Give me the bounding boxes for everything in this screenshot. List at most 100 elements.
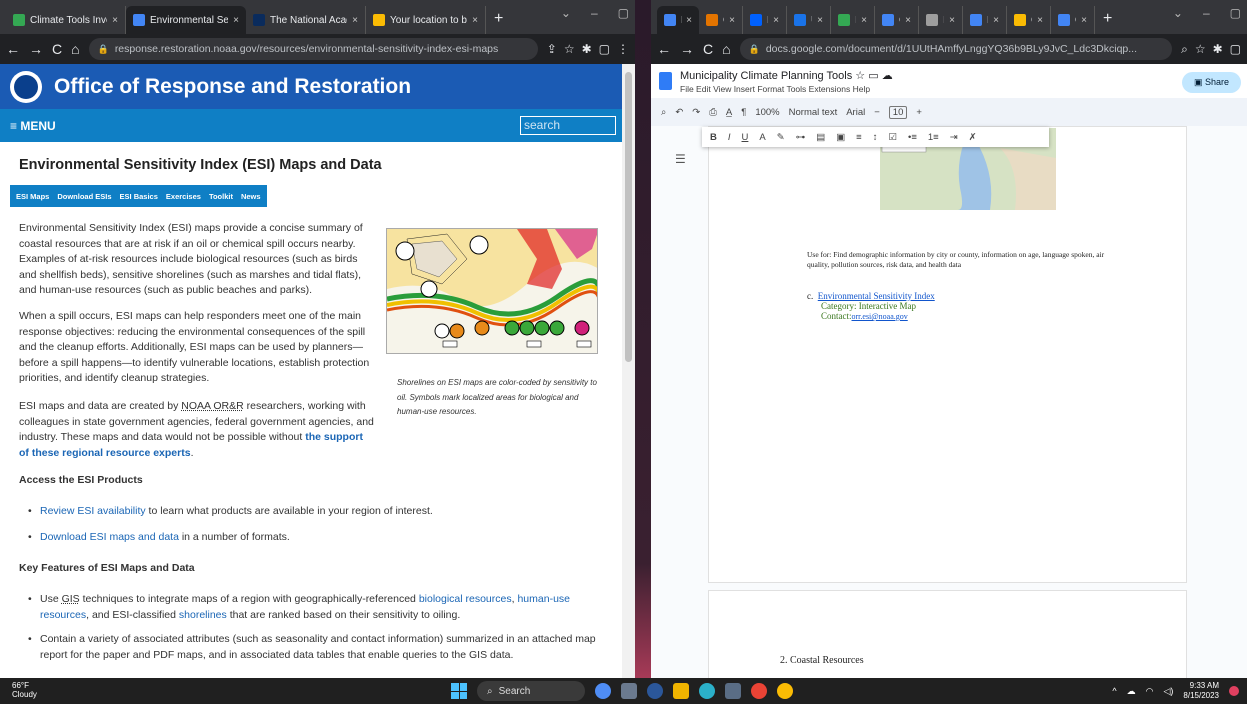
doc-page-2[interactable]: 2. Coastal Resources [708, 590, 1187, 678]
star-icon[interactable]: ☆ [564, 42, 575, 56]
weather-widget[interactable]: 66°F Cloudy [12, 681, 37, 699]
chrome-icon[interactable] [777, 683, 793, 699]
browser-tab[interactable]: Cop × [875, 6, 919, 34]
close-tab-icon[interactable]: × [686, 15, 692, 26]
site-search-input[interactable]: search [520, 116, 616, 135]
more-icon[interactable]: ⋮ [617, 42, 629, 56]
browser-tab[interactable]: Climate Tools Invent × [6, 6, 126, 34]
font-size-input[interactable]: 10 [888, 105, 908, 119]
taskbar-search[interactable]: ⌕ Search [477, 681, 585, 701]
home-icon[interactable]: ⌂ [71, 41, 79, 57]
volume-icon[interactable]: ◁) [1163, 686, 1173, 697]
store-icon[interactable] [725, 683, 741, 699]
close-tab-icon[interactable]: × [905, 15, 911, 26]
share-icon[interactable]: ⇪ [547, 42, 557, 56]
noaa-logo[interactable] [10, 70, 42, 103]
tab-search-icon[interactable]: ⌄ [561, 6, 571, 20]
close-tab-icon[interactable]: × [993, 15, 999, 26]
close-tab-icon[interactable]: × [352, 15, 358, 26]
app-icon[interactable] [595, 683, 611, 699]
subnav-link[interactable]: News [241, 192, 261, 201]
font-size-decrease-icon[interactable]: − [874, 107, 880, 118]
close-tab-icon[interactable]: × [1081, 15, 1087, 26]
share-button[interactable]: ▣ Share [1181, 72, 1241, 93]
line-spacing-icon[interactable]: ↕ [873, 132, 878, 143]
close-tab-icon[interactable]: × [233, 15, 239, 26]
new-tab-icon[interactable]: + [1095, 10, 1120, 34]
home-icon[interactable]: ⌂ [722, 41, 730, 57]
docs-menubar[interactable]: File Edit View Insert Format Tools Exten… [680, 84, 893, 94]
browser-tab[interactable]: N× [657, 6, 699, 34]
outline-icon[interactable]: ☰ [675, 152, 686, 166]
underline-icon[interactable]: U [742, 132, 749, 143]
text-color-icon[interactable]: A [759, 132, 765, 143]
sidepanel-icon[interactable]: ▢ [1230, 42, 1241, 57]
browser-tab[interactable]: OBR × [1051, 6, 1095, 34]
close-tab-icon[interactable]: × [112, 15, 118, 26]
redo-icon[interactable]: ↷ [692, 107, 700, 118]
wifi-icon[interactable]: ◠ [1146, 686, 1154, 697]
zoom-select[interactable]: 100% [755, 107, 779, 118]
link-icon[interactable]: ⊶ [796, 132, 806, 143]
maximize-icon[interactable]: ▢ [1230, 6, 1241, 20]
tab-search-icon[interactable]: ⌄ [1173, 6, 1183, 20]
forward-icon[interactable]: → [680, 41, 694, 57]
font-select[interactable]: Arial [846, 107, 865, 118]
left-address-bar[interactable]: 🔒 response.restoration.noaa.gov/resource… [88, 38, 538, 60]
docs-logo-icon[interactable] [659, 72, 672, 90]
extension-icon[interactable]: ✱ [582, 42, 592, 56]
clear-format-icon[interactable]: ✗ [969, 132, 977, 143]
new-tab-icon[interactable]: + [486, 10, 511, 34]
browser-tab[interactable]: Com × [699, 6, 743, 34]
numbered-list-icon[interactable]: 1≡ [928, 132, 939, 143]
scroll-thumb[interactable] [625, 72, 632, 362]
doc-title[interactable]: Municipality Climate Planning Tools ☆ ▭ … [680, 69, 893, 82]
browser-tab[interactable]: The National Acade × [246, 6, 366, 34]
review-availability-link[interactable]: Review ESI availability [40, 505, 146, 517]
subnav-link[interactable]: Exercises [166, 192, 201, 201]
indent-icon[interactable]: ⇥ [950, 132, 958, 143]
star-icon[interactable]: ☆ [1195, 42, 1206, 57]
forward-icon[interactable]: → [29, 41, 43, 57]
shorelines-link[interactable]: shorelines [179, 609, 227, 621]
close-tab-icon[interactable]: × [773, 15, 779, 26]
clock[interactable]: 9:33 AM 8/15/2023 [1183, 681, 1219, 701]
browser-tab[interactable]: Invo × [831, 6, 875, 34]
print-icon[interactable]: ⎙ [709, 107, 717, 118]
minimize-icon[interactable]: – [1203, 6, 1210, 20]
subnav-link[interactable]: ESI Basics [120, 192, 158, 201]
app-icon[interactable] [621, 683, 637, 699]
bullet-list-icon[interactable]: •≡ [908, 132, 917, 143]
maximize-icon[interactable]: ▢ [618, 6, 629, 20]
chevron-up-icon[interactable]: ^ [1112, 686, 1116, 696]
esi-doc-link[interactable]: Environmental Sensitivity Index [818, 291, 935, 301]
right-address-bar[interactable]: 🔒 docs.google.com/document/d/1UUtHAmffyL… [739, 38, 1173, 60]
sidepanel-icon[interactable]: ▢ [599, 42, 610, 56]
extension-icon[interactable]: ✱ [1213, 42, 1223, 57]
browser-tab[interactable]: Your location to bo × [366, 6, 486, 34]
star-icon[interactable]: ☆ [855, 70, 865, 82]
style-select[interactable]: Normal text [789, 107, 838, 118]
browser-tab[interactable]: Mun × [963, 6, 1007, 34]
back-icon[interactable]: ← [657, 41, 671, 57]
chrome-icon[interactable] [751, 683, 767, 699]
browser-tab[interactable]: Environmental Sensi × [126, 6, 246, 34]
subnav-link[interactable]: Toolkit [209, 192, 233, 201]
notification-icon[interactable] [1229, 686, 1239, 696]
minimize-icon[interactable]: – [591, 6, 598, 20]
close-tab-icon[interactable]: × [472, 15, 478, 26]
paint-format-icon[interactable]: ¶ [741, 107, 746, 118]
site-title[interactable]: Office of Response and Restoration [54, 75, 411, 99]
font-size-increase-icon[interactable]: + [916, 107, 922, 118]
italic-icon[interactable]: I [728, 132, 731, 143]
close-tab-icon[interactable]: × [949, 15, 955, 26]
subnav-link[interactable]: ESI Maps [16, 192, 49, 201]
contact-email-link[interactable]: orr.esi@noaa.gov [852, 312, 908, 321]
start-icon[interactable] [451, 683, 467, 699]
bold-icon[interactable]: B [710, 132, 717, 143]
close-tab-icon[interactable]: × [729, 15, 735, 26]
subnav-link[interactable]: Download ESIs [57, 192, 111, 201]
browser-tab[interactable]: Invo × [919, 6, 963, 34]
download-esi-link[interactable]: Download ESI maps and data [40, 531, 179, 543]
left-page-scrollbar[interactable] [622, 64, 635, 678]
